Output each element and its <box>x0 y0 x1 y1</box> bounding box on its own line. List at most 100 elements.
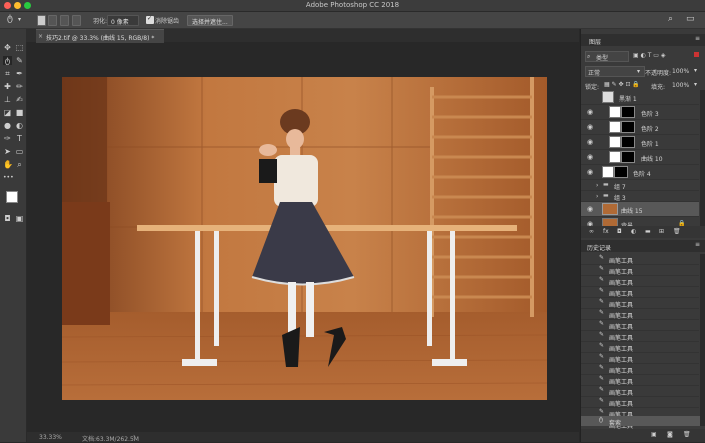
camera-icon[interactable]: ◙ <box>667 431 673 438</box>
lasso-tool-preset-icon[interactable]: ტ <box>7 14 13 24</box>
chevron-down-icon[interactable]: ▾ <box>694 81 697 88</box>
layer-mask-thumbnail[interactable] <box>621 106 635 118</box>
history-item[interactable]: ✎画笔工具 <box>581 397 699 408</box>
history-item[interactable]: ✎画笔工具 <box>581 254 699 265</box>
eye-icon[interactable]: ◉ <box>587 154 594 161</box>
add-selection-icon[interactable] <box>48 15 57 26</box>
layer-row-group-3[interactable]: › ▬ 组 3 <box>581 191 699 202</box>
feather-input[interactable]: 0 像素 <box>107 15 139 26</box>
history-item[interactable]: ✎画笔工具 <box>581 320 699 331</box>
layers-scrollbar[interactable] <box>700 90 705 230</box>
layer-row-levels-1[interactable]: ◉ 色阶 1 <box>581 135 699 150</box>
pen-tool-icon[interactable]: ✑ <box>3 134 12 143</box>
layer-row-curves-10[interactable]: ◉ 曲线 10 <box>581 150 699 165</box>
eye-icon[interactable]: ◉ <box>587 124 594 131</box>
dodge-tool-icon[interactable]: ◐ <box>15 121 24 130</box>
eye-icon[interactable]: ◉ <box>587 139 594 146</box>
subtract-selection-icon[interactable] <box>60 15 69 26</box>
history-item[interactable]: ✎画笔工具 <box>581 276 699 287</box>
layer-kind-filter[interactable]: ⌕ 类型 <box>585 51 629 62</box>
layer-mask-thumbnail[interactable] <box>621 136 635 148</box>
type-tool-icon[interactable]: T <box>15 134 24 143</box>
history-item[interactable]: ✎画笔工具 <box>581 375 699 386</box>
search-icon[interactable]: ⌕ <box>668 14 673 24</box>
screen-mode-icon[interactable]: ▣ <box>15 214 24 223</box>
zoom-level[interactable]: 33.33% <box>39 434 62 441</box>
panel-menu-icon[interactable]: ≡ <box>695 35 700 42</box>
eye-icon[interactable]: ◉ <box>587 169 594 176</box>
healing-brush-tool-icon[interactable]: ✚ <box>3 82 12 91</box>
new-document-from-state-icon[interactable]: ▣ <box>651 431 657 438</box>
lasso-tool-icon[interactable]: ტ <box>3 56 12 65</box>
filter-toggle-icon[interactable] <box>694 52 699 57</box>
blend-mode-select[interactable]: 正常 ▾ <box>585 66 645 77</box>
eraser-tool-icon[interactable]: ◪ <box>3 108 12 117</box>
layer-row-levels-3[interactable]: ◉ 色阶 3 <box>581 105 699 120</box>
history-item[interactable]: ✎画笔工具 <box>581 265 699 276</box>
blur-tool-icon[interactable]: ● <box>3 121 12 130</box>
new-layer-icon[interactable]: ⊞ <box>659 228 664 235</box>
close-tab-icon[interactable]: × <box>38 33 43 40</box>
layer-row-levels-2[interactable]: ◉ 色阶 2 <box>581 120 699 135</box>
brush-tool-icon[interactable]: ✏ <box>15 82 24 91</box>
history-item[interactable]: ✎画笔工具 <box>581 353 699 364</box>
filter-icons[interactable]: ▣ ◐ T ▭ ◈ <box>633 52 665 59</box>
select-and-mask-button[interactable]: 选择并遮住... <box>187 15 233 26</box>
layer-mask-thumbnail[interactable] <box>614 166 628 178</box>
gradient-tool-icon[interactable]: ■ <box>15 108 24 117</box>
eyedropper-tool-icon[interactable]: ✒ <box>15 69 24 78</box>
history-item-selected[interactable]: ტ 套索 <box>581 416 700 427</box>
chevron-down-icon[interactable]: ▾ <box>18 16 21 23</box>
quick-mask-icon[interactable]: ◘ <box>3 214 12 223</box>
document-canvas[interactable] <box>62 77 547 400</box>
eye-icon[interactable]: ◉ <box>587 109 594 116</box>
fill-input[interactable]: 100% <box>672 82 689 89</box>
history-brush-tool-icon[interactable]: ✍ <box>15 95 24 104</box>
add-mask-icon[interactable]: ◘ <box>617 228 622 235</box>
opacity-input[interactable]: 100% <box>672 68 689 75</box>
workspace-icon[interactable]: ▭ <box>686 14 695 24</box>
antialias-checkbox[interactable]: ✓ <box>146 15 154 24</box>
layer-row-group-7[interactable]: › ▬ 组 7 <box>581 180 699 191</box>
new-group-icon[interactable]: ▬ <box>645 228 651 235</box>
history-item[interactable]: ✎画笔工具 <box>581 287 699 298</box>
adjustment-layer-icon[interactable]: ◐ <box>631 228 636 235</box>
more-tools-icon[interactable]: ••• <box>3 173 14 182</box>
link-layers-icon[interactable]: ∞ <box>589 228 594 235</box>
move-tool-icon[interactable]: ✥ <box>3 43 12 52</box>
history-item[interactable]: ✎画笔工具 <box>581 364 699 375</box>
layer-row-curves-15[interactable]: ◉ 曲线 15 <box>581 202 699 217</box>
chevron-right-icon[interactable]: › <box>133 433 135 440</box>
trash-icon[interactable]: 🗑 <box>683 431 691 438</box>
trash-icon[interactable]: 🗑 <box>673 228 681 235</box>
new-selection-icon[interactable] <box>37 15 46 26</box>
crop-tool-icon[interactable]: ⌗ <box>3 69 12 78</box>
chevron-right-icon[interactable]: › <box>596 193 598 200</box>
eye-icon[interactable]: ◉ <box>587 206 594 213</box>
clone-stamp-tool-icon[interactable]: ⊥ <box>3 95 12 104</box>
foreground-color-swatch[interactable] <box>6 191 18 203</box>
history-item[interactable]: ✎画笔工具 <box>581 309 699 320</box>
layer-row-levels-4[interactable]: ◉ 色阶 4 <box>581 165 699 180</box>
history-item[interactable]: ✎画笔工具 <box>581 298 699 309</box>
lock-icons[interactable]: ▦ ✎ ✥ ⊡ 🔒 <box>604 81 640 88</box>
history-item[interactable]: ✎画笔工具 <box>581 331 699 342</box>
zoom-tool-icon[interactable]: ⌕ <box>15 160 24 169</box>
tab-layers[interactable]: 图层 <box>589 37 601 46</box>
history-item[interactable]: ✎画笔工具 <box>581 342 699 353</box>
history-scrollbar[interactable] <box>700 254 705 426</box>
rectangle-tool-icon[interactable]: ▭ <box>15 147 24 156</box>
layer-row-black-gradient-1[interactable]: 黑渐 1 <box>581 90 699 105</box>
fx-icon[interactable]: fx <box>603 228 609 235</box>
quick-select-tool-icon[interactable]: ✎ <box>15 56 24 65</box>
panel-menu-icon[interactable]: ≡ <box>695 241 700 248</box>
chevron-down-icon[interactable]: ▾ <box>694 67 697 74</box>
intersect-selection-icon[interactable] <box>72 15 81 26</box>
chevron-right-icon[interactable]: › <box>596 182 598 189</box>
marquee-tool-icon[interactable]: ⬚ <box>15 43 24 52</box>
path-select-tool-icon[interactable]: ➤ <box>3 147 12 156</box>
layer-mask-thumbnail[interactable] <box>621 151 635 163</box>
document-tab[interactable]: × 技巧2.tif @ 33.3% (曲线 15, RGB/8) * <box>36 29 164 43</box>
history-item[interactable]: ✎画笔工具 <box>581 386 699 397</box>
tab-history[interactable]: 历史记录 <box>587 243 611 252</box>
